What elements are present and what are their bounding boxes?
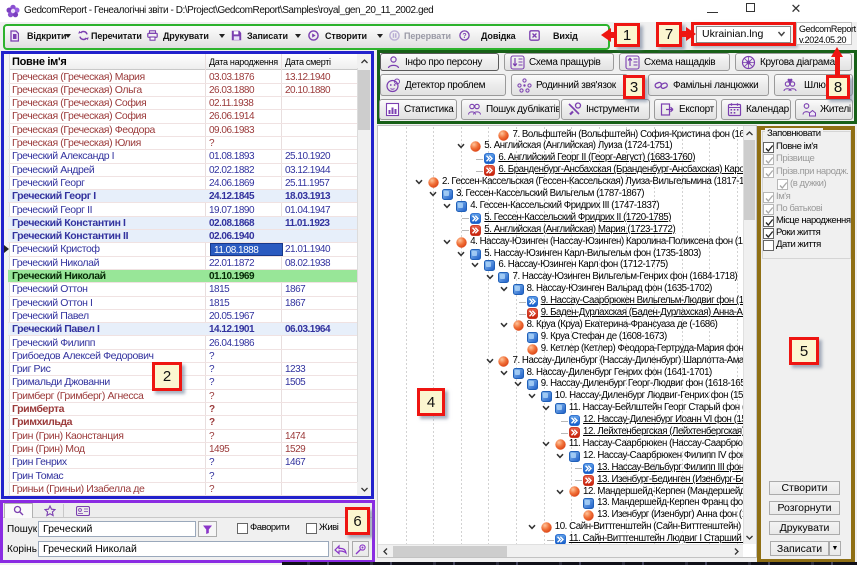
svg-text:?: ? (462, 33, 466, 40)
